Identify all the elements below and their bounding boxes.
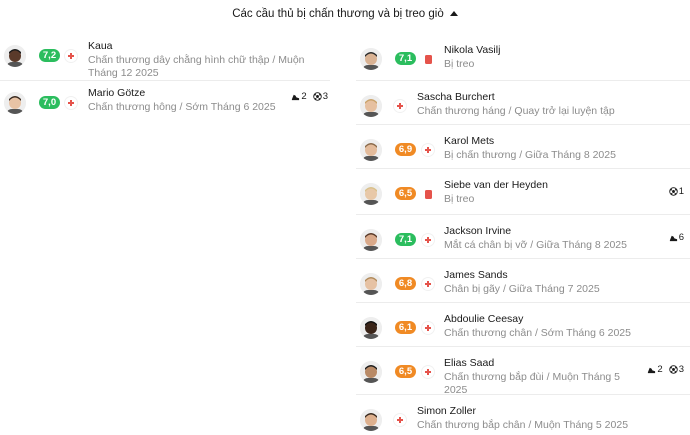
player-row[interactable]: 6,5 Siebe van der Heyden Bị treo 1 [356,169,690,215]
boot-icon [647,365,656,374]
goals-count: 1 [678,186,684,197]
player-rating-badge: 7,1 [395,233,416,246]
assists-count: 2 [657,364,663,375]
goals-stat: 3 [668,364,684,375]
player-name[interactable]: Simon Zoller [417,405,687,418]
player-row[interactable]: Simon Zoller Chấn thương bắp chân / Muộn … [356,395,690,435]
injury-icon [65,97,77,109]
player-avatar [360,95,382,117]
player-row[interactable]: 6,5 Elias Saad Chấn thương bắp đùi / Muộn … [356,347,690,396]
player-status: Chấn thương dây chằng hình chữ thập / Mu… [88,54,305,79]
player-rating-badge: 7,1 [395,52,416,65]
player-stats: 23 [647,364,684,375]
player-row[interactable]: 6,8 James Sands Chân bị gãy / Giữa Tháng 7… [356,259,690,303]
section-title: Các cầu thủ bị chấn thương và bị treo gi… [232,8,444,20]
player-name[interactable]: Siebe van der Heyden [444,179,634,192]
player-avatar [4,45,26,67]
player-status: Chấn thương bắp chân / Muộn Tháng 5 2025 [417,419,629,431]
player-avatar [4,92,26,114]
player-rating-badge: 6,1 [395,321,416,334]
player-status: Mắt cá chân bị vỡ / Giữa Tháng 8 2025 [444,239,627,251]
home-team-list: 7,2 Kaua Chấn thương dây chằng hình chữ th… [0,34,330,115]
injury-icon [422,366,434,378]
player-rating-badge: 6,8 [395,277,416,290]
player-avatar [360,139,382,161]
player-status: Bị treo [444,58,475,70]
collapse-caret-icon[interactable] [449,11,458,16]
goals-count: 3 [678,364,684,375]
player-avatar [360,361,382,383]
player-status: Chấn thương bắp đùi / Muộn Tháng 5 2025 [444,371,621,396]
injury-icon [394,414,406,426]
player-name[interactable]: Mario Götze [88,87,288,100]
player-status: Bị chấn thương / Giữa Tháng 8 2025 [444,149,616,161]
away-team-list: 7,1 Nikola Vasilj Bị treo Sascha Burchert Ch… [356,34,690,435]
assists-stat: 2 [291,91,307,102]
red-card-icon [424,54,432,64]
player-avatar [360,273,382,295]
player-status: Chân bị gãy / Giữa Tháng 7 2025 [444,283,600,295]
player-row[interactable]: 7,1 Jackson Irvine Mắt cá chân bị vỡ / Giữ… [356,215,690,259]
player-rating-badge: 7,0 [39,96,60,109]
injury-icon [65,50,77,62]
boot-icon [291,92,300,101]
ball-icon [668,187,678,196]
player-row[interactable]: 7,2 Kaua Chấn thương dây chằng hình chữ th… [0,34,330,81]
player-rating-badge: 6,9 [395,143,416,156]
player-rating-badge: 6,5 [395,365,416,378]
goals-stat: 3 [312,91,328,102]
assists-stat: 2 [647,364,663,375]
player-stats: 6 [669,232,684,243]
player-name[interactable]: Elias Saad [444,357,634,370]
player-name[interactable]: Karol Mets [444,135,684,148]
player-row[interactable]: 7,0 Mario Götze Chấn thương hông / Sớm Thá… [0,81,330,115]
player-status: Chấn thương hông / Sớm Tháng 6 2025 [88,101,276,113]
injury-icon [422,234,434,246]
player-rating-badge: 7,2 [39,49,60,62]
player-row[interactable]: 7,1 Nikola Vasilj Bị treo [356,34,690,81]
injury-icon [422,322,434,334]
player-avatar [360,409,382,431]
player-name[interactable]: Abdoulie Ceesay [444,313,684,326]
player-name[interactable]: James Sands [444,269,684,282]
player-name[interactable]: Kaua [88,40,320,53]
player-name[interactable]: Sascha Burchert [417,91,687,104]
injuries-header[interactable]: Các cầu thủ bị chấn thương và bị treo gi… [0,0,690,28]
injury-icon [394,100,406,112]
goals-count: 3 [322,91,328,102]
player-stats: 23 [291,91,328,102]
boot-icon [669,233,678,242]
player-status: Chấn thương háng / Quay trở lại luyện tậ… [417,105,615,117]
player-status: Chấn thương chân / Sớm Tháng 6 2025 [444,327,631,339]
player-avatar [360,48,382,70]
player-avatar [360,229,382,251]
player-rating-badge: 6,5 [395,187,416,200]
player-avatar [360,317,382,339]
ball-icon [312,92,322,101]
ball-icon [668,365,678,374]
player-status: Bị treo [444,193,475,205]
player-stats: 1 [668,186,684,197]
assists-count: 2 [301,91,307,102]
injury-icon [422,144,434,156]
player-row[interactable]: 6,1 Abdoulie Ceesay Chấn thương chân / Sớm… [356,303,690,347]
player-row[interactable]: Sascha Burchert Chấn thương háng / Quay t… [356,81,690,125]
assists-count: 6 [678,232,684,243]
player-row[interactable]: 6,9 Karol Mets Bị chấn thương / Giữa Tháng… [356,125,690,169]
red-card-icon [424,189,432,199]
player-name[interactable]: Jackson Irvine [444,225,634,238]
player-name[interactable]: Nikola Vasilj [444,44,684,57]
player-avatar [360,183,382,205]
goals-stat: 1 [668,186,684,197]
assists-stat: 6 [669,232,684,243]
injury-icon [422,278,434,290]
